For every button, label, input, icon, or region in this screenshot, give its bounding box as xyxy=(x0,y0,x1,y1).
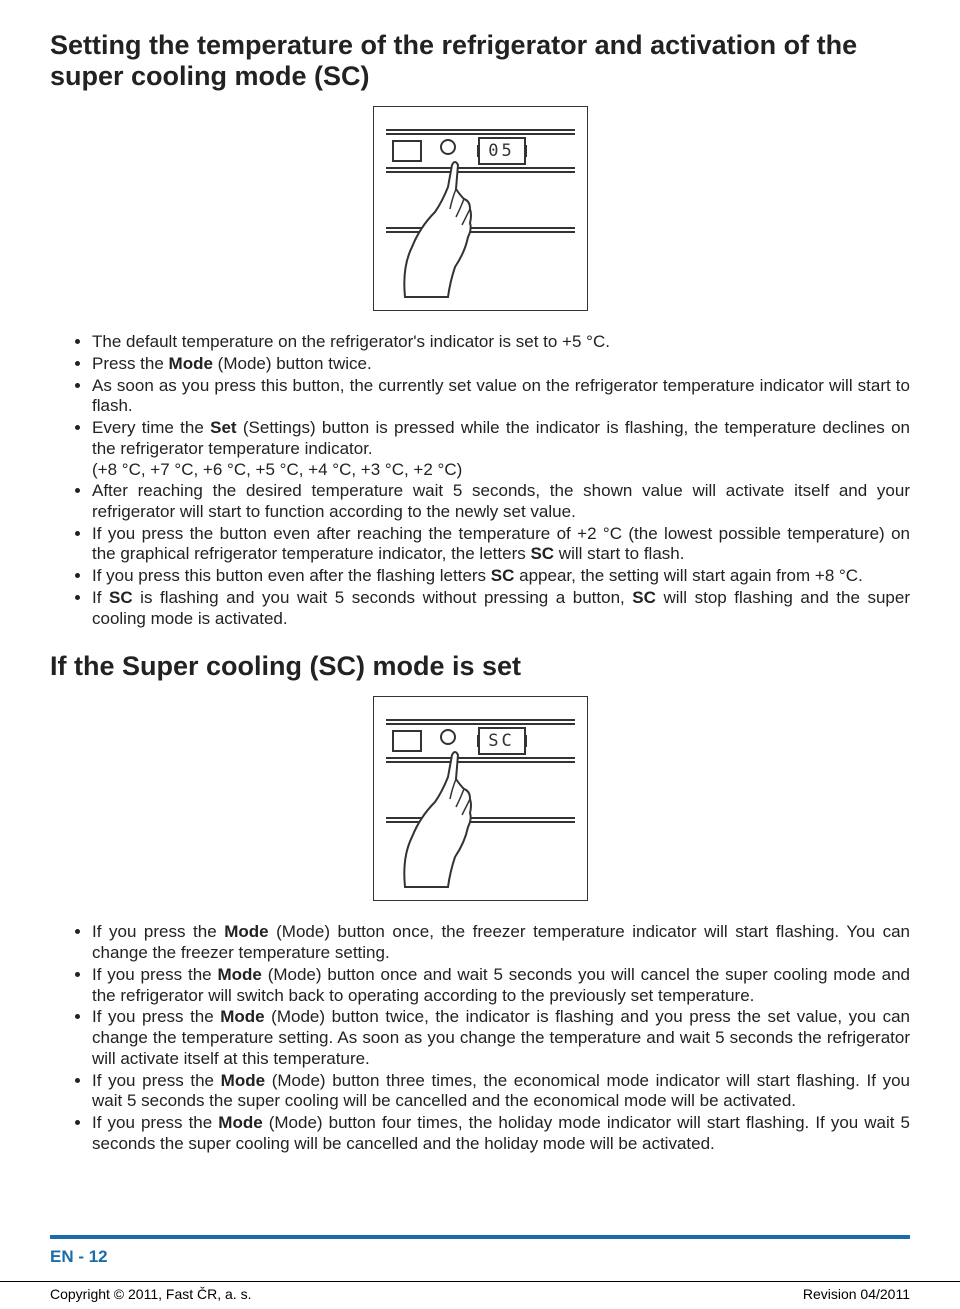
list-item: If you press the Mode (Mode) button four… xyxy=(92,1113,910,1154)
list-item: If you press this button even after the … xyxy=(92,566,910,587)
list-item: If you press the button even after reach… xyxy=(92,524,910,565)
figure-2: SC xyxy=(373,696,588,901)
list-item: If you press the Mode (Mode) button once… xyxy=(92,922,910,963)
figure-1: 05 xyxy=(373,106,588,311)
bottom-bar: Copyright © 2011, Fast ČR, a. s. Revisio… xyxy=(0,1281,960,1309)
panel-line xyxy=(386,129,575,135)
copyright-text: Copyright © 2011, Fast ČR, a. s. xyxy=(50,1286,251,1309)
figure-1-wrap: 05 xyxy=(50,106,910,316)
list-item: If you press the Mode (Mode) button thre… xyxy=(92,1071,910,1112)
list-item: If SC is flashing and you wait 5 seconds… xyxy=(92,588,910,629)
round-button-icon xyxy=(440,139,456,155)
list-item: If you press the Mode (Mode) button twic… xyxy=(92,1007,910,1069)
figure-2-wrap: SC xyxy=(50,696,910,906)
list-item: After reaching the desired temperature w… xyxy=(92,481,910,522)
section-heading-1: Setting the temperature of the refrigera… xyxy=(50,30,910,92)
list-item: If you press the Mode (Mode) button once… xyxy=(92,965,910,1006)
round-button-icon xyxy=(440,729,456,745)
hand-pointing-icon xyxy=(400,157,490,302)
page-number: EN - 12 xyxy=(50,1247,108,1267)
revision-text: Revision 04/2011 xyxy=(803,1286,910,1309)
instruction-list-2: If you press the Mode (Mode) button once… xyxy=(92,922,910,1154)
list-item: The default temperature on the refrigera… xyxy=(92,332,910,353)
panel-line xyxy=(386,719,575,725)
section-heading-2: If the Super cooling (SC) mode is set xyxy=(50,651,910,682)
list-item: Every time the Set (Settings) button is … xyxy=(92,418,910,480)
footer-separator xyxy=(50,1235,910,1239)
instruction-list-1: The default temperature on the refrigera… xyxy=(92,332,910,629)
list-item: Press the Mode (Mode) button twice. xyxy=(92,354,910,375)
hand-pointing-icon xyxy=(400,747,490,892)
list-item: As soon as you press this button, the cu… xyxy=(92,376,910,417)
